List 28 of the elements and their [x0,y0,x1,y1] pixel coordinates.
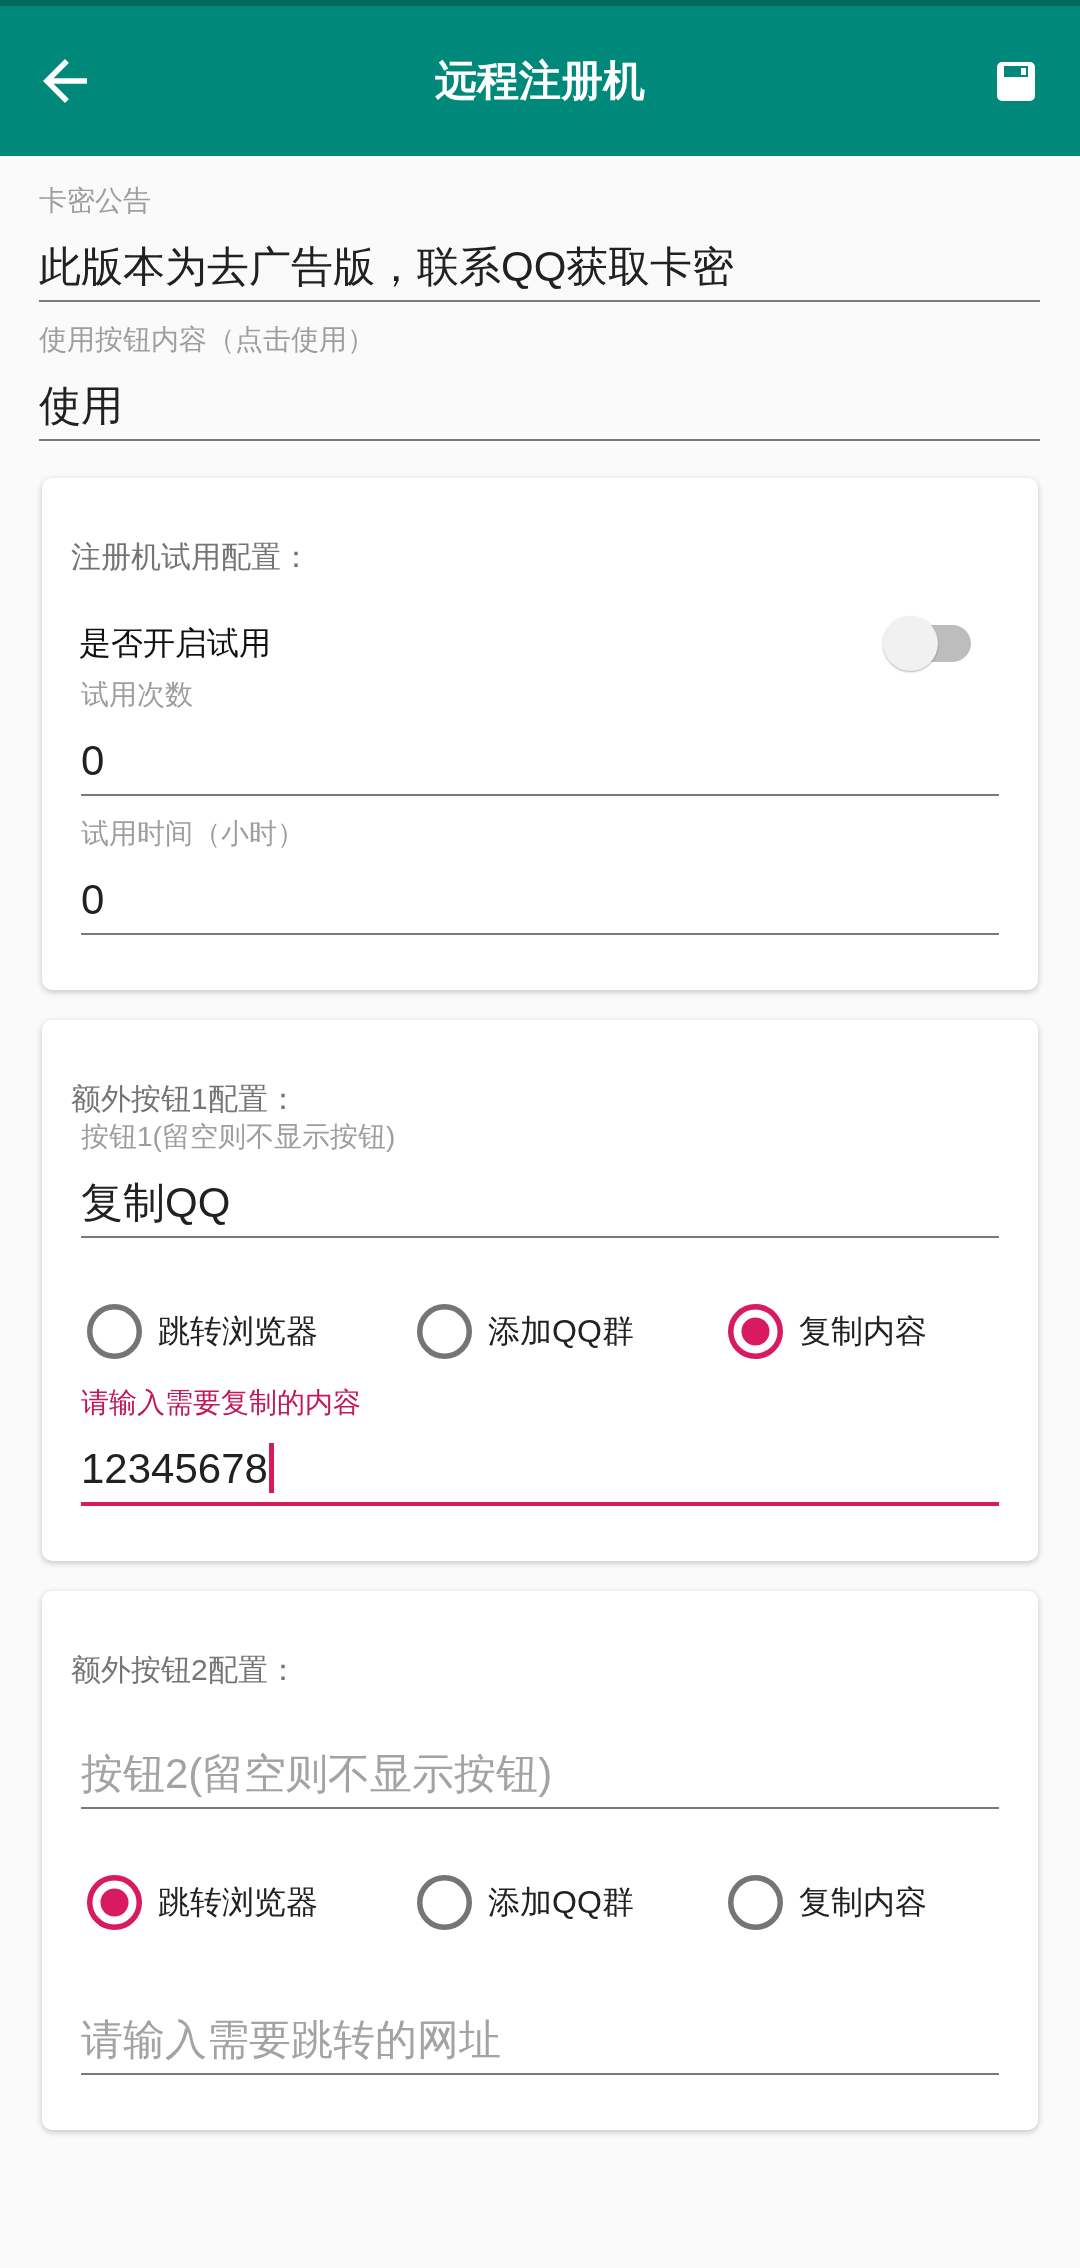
back-arrow-icon [43,59,87,103]
radio-option[interactable]: 添加QQ群 [417,1303,634,1359]
input-field[interactable]: 请输入需要复制的内容 12345678 [81,1385,999,1506]
app-title: 远程注册机 [435,56,645,106]
radio-option[interactable]: 跳转浏览器 [87,1874,318,1930]
field-label: 卡密公告 [39,184,152,218]
radio-option[interactable]: 复制内容 [728,1303,927,1359]
section-title: 额外按钮2配置： [71,1652,299,1688]
field-label: 试用次数 [81,678,194,712]
input-field[interactable]: 使用按钮内容（点击使用） 使用 [39,322,1040,441]
input-field[interactable]: 按钮1(留空则不显示按钮) 复制QQ [81,1119,999,1238]
input-field[interactable]: 试用时间（小时） 0 [81,816,999,935]
field-label: 按钮1(留空则不显示按钮) [81,1120,397,1154]
field-label: 试用时间（小时） [81,817,306,851]
field-label: 请输入需要复制的内容 [81,1386,362,1420]
switch-label: 是否开启试用 [79,624,271,663]
field-label: 使用按钮内容（点击使用） [39,323,376,357]
text-cursor [268,1443,274,1493]
back-button[interactable] [43,59,87,103]
input-field[interactable]: 试用次数 0 [81,677,999,796]
save-button[interactable] [997,61,1035,101]
section-title: 额外按钮1配置： [71,1081,299,1117]
radio-option[interactable]: 复制内容 [728,1874,927,1930]
toggle-switch[interactable] [883,615,971,671]
input-field[interactable]: 卡密公告 此版本为去广告版，联系QQ获取卡密 [39,183,1040,302]
section-title: 注册机试用配置： [71,539,312,575]
radio-option[interactable]: 跳转浏览器 [87,1303,318,1359]
radio-option[interactable]: 添加QQ群 [417,1874,634,1930]
